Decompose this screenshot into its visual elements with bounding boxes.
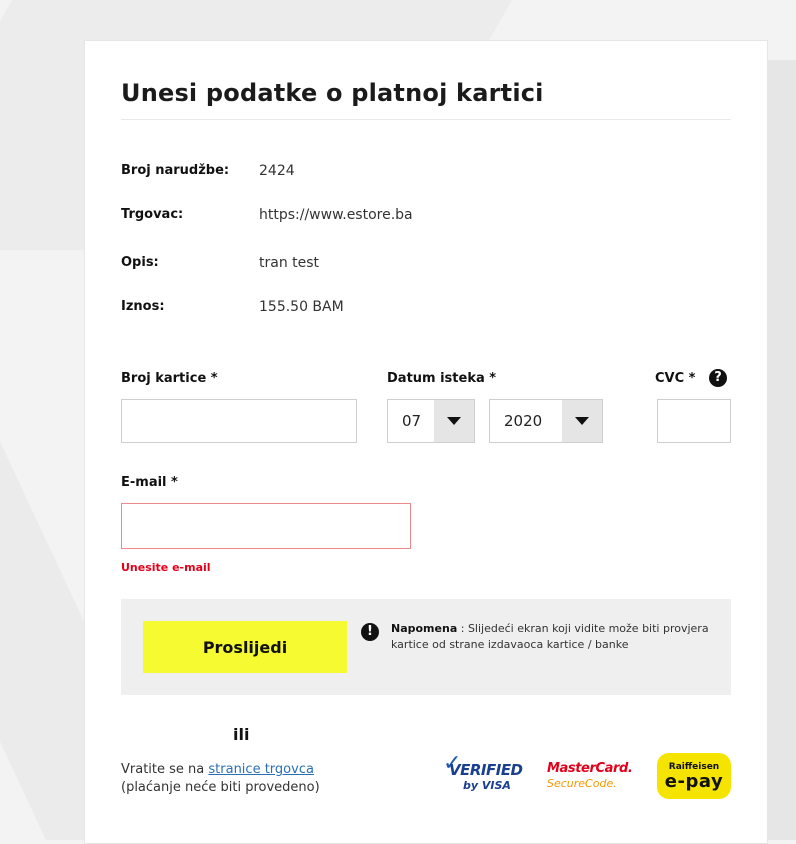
expiry-date-label: Datum isteka * — [387, 371, 497, 386]
submit-button[interactable]: Proslijedi — [143, 621, 347, 673]
email-label: E-mail * — [121, 475, 178, 490]
return-suffix: (plaćanje neće biti provedeno) — [121, 780, 320, 795]
verified-by-visa-logo: ✓ VERIFIED by VISA — [441, 751, 523, 797]
order-number-label: Broj narudžbe: — [121, 163, 230, 178]
mastercard-logo-line2: SecureCode. — [547, 777, 617, 790]
raiffeisen-epay-logo: Raiffeisen e-pay — [657, 753, 731, 799]
mastercard-securecode-logo: MasterCard. SecureCode. — [547, 753, 633, 797]
note-title: Napomena — [391, 622, 458, 635]
visa-logo-line2: by VISA — [463, 779, 511, 792]
chevron-down-icon[interactable] — [562, 400, 602, 442]
exclamation-icon: ! — [361, 623, 379, 641]
return-to-merchant-text: Vratite se na stranice trgovca (plaćanje… — [121, 761, 361, 797]
expiry-month-select[interactable]: 07 — [387, 399, 475, 443]
amount-value: 155.50 BAM — [259, 299, 344, 315]
card-number-label: Broj kartice * — [121, 371, 218, 386]
merchant-label: Trgovac: — [121, 207, 184, 222]
cvc-label: CVC * — [655, 371, 696, 386]
expiry-month-value: 07 — [402, 412, 422, 430]
merchant-value: https://www.estore.ba — [259, 207, 413, 223]
raiffeisen-logo-line2: e-pay — [664, 771, 724, 792]
expiry-year-value: 2020 — [504, 412, 543, 430]
chevron-down-icon[interactable] — [434, 400, 474, 442]
question-icon[interactable]: ? — [709, 369, 727, 387]
card-number-input[interactable] — [121, 399, 357, 443]
mastercard-logo-line1: MasterCard. — [547, 761, 633, 776]
return-prefix: Vratite se na — [121, 762, 209, 777]
note-text: Napomena : Slijedeći ekran koji vidite m… — [391, 621, 711, 653]
title-divider — [121, 119, 731, 120]
merchant-pages-link[interactable]: stranice trgovca — [208, 762, 314, 777]
description-label: Opis: — [121, 255, 159, 270]
action-panel: Proslijedi ! Napomena : Slijedeći ekran … — [121, 599, 731, 695]
page-title: Unesi podatke o platnoj kartici — [121, 79, 544, 107]
expiry-year-select[interactable]: 2020 — [489, 399, 603, 443]
description-value: tran test — [259, 255, 320, 271]
amount-label: Iznos: — [121, 299, 165, 314]
visa-logo-line1: VERIFIED — [449, 761, 523, 779]
or-label: ili — [233, 725, 250, 744]
email-input[interactable] — [121, 503, 411, 549]
cvc-input[interactable] — [657, 399, 731, 443]
payment-card-panel: Unesi podatke o platnoj kartici Broj nar… — [84, 40, 768, 844]
order-number-value: 2424 — [259, 163, 295, 179]
email-error-message: Unesite e-mail — [121, 561, 211, 574]
